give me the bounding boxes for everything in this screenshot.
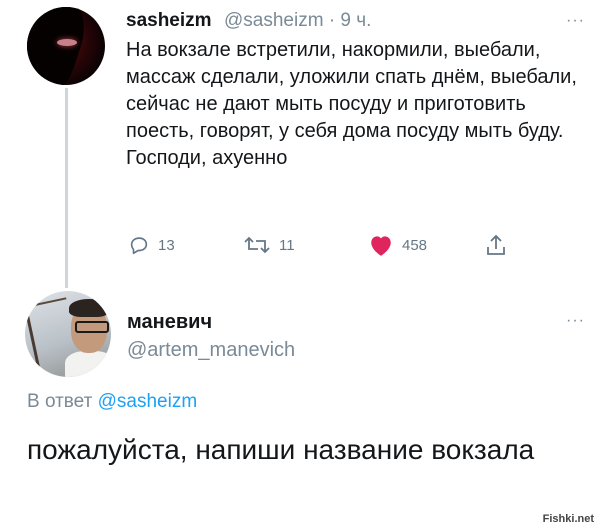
reply-more-options-icon[interactable]: ··· bbox=[566, 312, 585, 330]
tweet-text: На вокзале встретили, накормили, выебали… bbox=[126, 39, 577, 169]
replying-to-prefix: В ответ bbox=[27, 391, 93, 412]
replying-to-line: В ответ @sasheizm bbox=[27, 391, 197, 413]
avatar-hair-shape bbox=[69, 299, 109, 317]
like-button[interactable]: 458 bbox=[368, 232, 427, 258]
avatar-glasses-shape bbox=[75, 321, 109, 333]
share-icon bbox=[487, 234, 505, 255]
avatar-sasheizm[interactable] bbox=[27, 7, 105, 85]
reply-icon bbox=[130, 237, 148, 255]
tweet-author-handle-time[interactable]: @sasheizm · 9 ч. bbox=[224, 10, 371, 32]
avatar-eye-shape bbox=[57, 39, 77, 46]
avatar-manevich[interactable] bbox=[25, 291, 111, 377]
watermark: Fishki.net bbox=[542, 513, 594, 525]
reply-author-name[interactable]: маневич bbox=[127, 311, 212, 334]
replying-to-mention-link[interactable]: @sasheizm bbox=[98, 391, 198, 412]
tweet-more-options-icon[interactable]: ··· bbox=[566, 12, 585, 30]
retweet-count: 11 bbox=[279, 236, 295, 254]
thread-connector-line bbox=[65, 88, 68, 288]
reply-count: 13 bbox=[158, 236, 175, 254]
retweet-icon bbox=[244, 236, 270, 254]
retweet-button[interactable]: 11 bbox=[243, 232, 295, 258]
like-count: 458 bbox=[402, 236, 428, 254]
reply-text: пожалуйста, напиши название вокзала bbox=[27, 434, 535, 465]
avatar-hair-shape bbox=[27, 7, 93, 85]
heart-icon bbox=[371, 236, 391, 256]
avatar-shirt-shape bbox=[65, 351, 111, 377]
reply-button[interactable]: 13 bbox=[128, 232, 175, 258]
reply-author-handle[interactable]: @artem_manevich bbox=[127, 339, 295, 362]
tweet-author-name[interactable]: sasheizm bbox=[126, 10, 212, 32]
share-button[interactable] bbox=[485, 232, 507, 258]
